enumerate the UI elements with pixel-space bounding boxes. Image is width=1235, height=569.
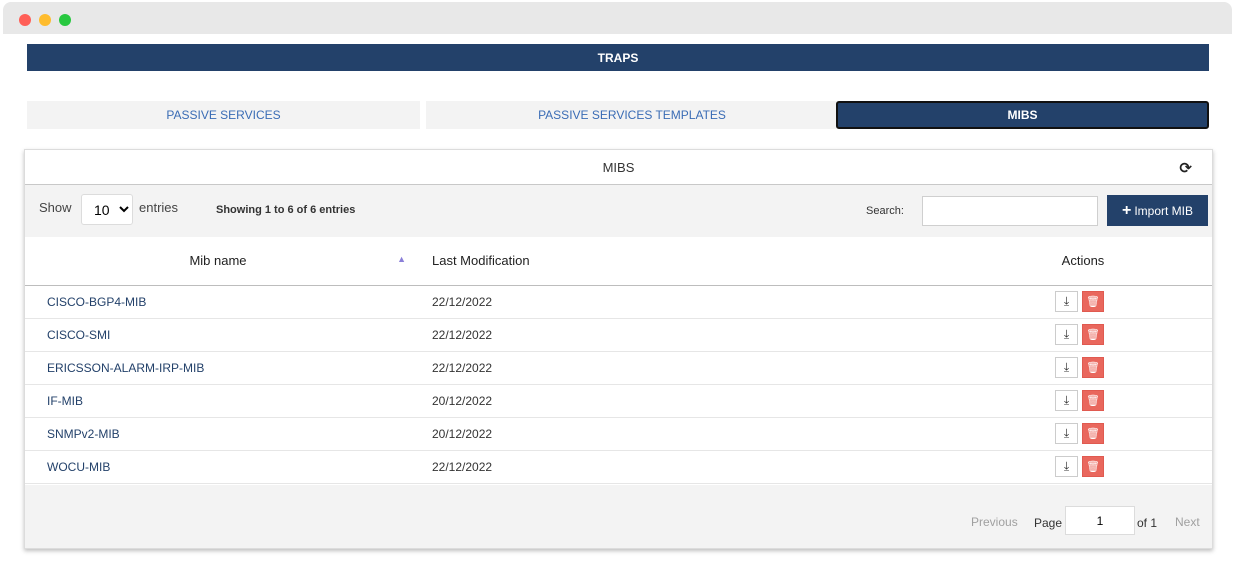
plus-icon: + (1121, 201, 1132, 219)
download-icon[interactable]: ⤓ (1055, 456, 1078, 477)
download-icon[interactable]: ⤓ (1055, 390, 1078, 411)
download-icon[interactable]: ⤓ (1055, 423, 1078, 444)
trash-icon[interactable]: 🗑 (1082, 324, 1104, 345)
next-page-button[interactable]: Next (1175, 515, 1200, 529)
actions-cell: ⤓ 🗑 (982, 450, 1212, 484)
actions-cell: ⤓ 🗑 (982, 417, 1212, 451)
mib-name-link[interactable]: SNMPv2-MIB (25, 417, 411, 451)
download-icon[interactable]: ⤓ (1055, 357, 1078, 378)
minimize-window-button[interactable] (39, 14, 51, 26)
mib-name-link[interactable]: WOCU-MIB (25, 450, 411, 484)
entries-label: entries (139, 200, 179, 215)
trash-icon[interactable]: 🗑 (1082, 456, 1104, 477)
mib-name-link[interactable]: ERICSSON-ALARM-IRP-MIB (25, 351, 411, 385)
table-row: CISCO-BGP4-MIB 22/12/2022 ⤓ 🗑 (25, 285, 1212, 319)
download-icon[interactable]: ⤓ (1055, 324, 1078, 345)
search-label: Search: (866, 205, 904, 217)
page-label: Page (1034, 516, 1063, 530)
trash-icon[interactable]: 🗑 (1082, 423, 1104, 444)
show-label: Show (39, 200, 72, 215)
row-actions: ⤓ 🗑 (947, 390, 1212, 411)
trash-icon[interactable]: 🗑 (1082, 291, 1104, 312)
column-header-mib-name[interactable]: Mib name ▲ (25, 237, 411, 286)
last-modification-cell: 20/12/2022 (411, 384, 982, 418)
tab-passive-services[interactable]: PASSIVE SERVICES (27, 101, 420, 129)
row-actions: ⤓ 🗑 (947, 423, 1212, 444)
column-label: Mib name (189, 253, 247, 269)
last-modification-cell: 22/12/2022 (411, 351, 982, 385)
actions-cell: ⤓ 🗑 (982, 285, 1212, 319)
import-mib-label: Import MIB (1134, 203, 1194, 218)
mib-name-link[interactable]: CISCO-BGP4-MIB (25, 285, 411, 319)
table-row: ERICSSON-ALARM-IRP-MIB 22/12/2022 ⤓ 🗑 (25, 351, 1212, 385)
trash-icon[interactable]: 🗑 (1082, 357, 1104, 378)
entries-info: Showing 1 to 6 of 6 entries (216, 204, 356, 216)
tab-mibs[interactable]: MIBS (836, 101, 1209, 129)
close-window-button[interactable] (19, 14, 31, 26)
mib-name-link[interactable]: IF-MIB (25, 384, 411, 418)
row-actions: ⤓ 🗑 (947, 456, 1212, 477)
table-header-row: Mib name ▲ Last Modification Actions (25, 237, 1212, 286)
table-row: SNMPv2-MIB 20/12/2022 ⤓ 🗑 (25, 417, 1212, 451)
previous-page-button[interactable]: Previous (971, 515, 1018, 529)
table-row: IF-MIB 20/12/2022 ⤓ 🗑 (25, 384, 1212, 418)
download-icon[interactable]: ⤓ (1055, 291, 1078, 312)
page-size-select[interactable]: 10 (81, 194, 133, 225)
table-row: CISCO-SMI 22/12/2022 ⤓ 🗑 (25, 318, 1212, 352)
mibs-table: Mib name ▲ Last Modification Actions CIS… (25, 237, 1212, 484)
pagination: Previous Page of 1 Next (25, 485, 1212, 548)
row-actions: ⤓ 🗑 (947, 291, 1212, 312)
page-total-label: of 1 (1137, 516, 1158, 530)
actions-cell: ⤓ 🗑 (982, 351, 1212, 385)
window-titlebar (3, 2, 1232, 34)
row-actions: ⤓ 🗑 (947, 324, 1212, 345)
column-header-actions: Actions (982, 237, 1212, 286)
row-actions: ⤓ 🗑 (947, 357, 1212, 378)
panel-header: MIBS ⟳ (25, 150, 1212, 185)
mibs-panel: MIBS ⟳ Show 10 entries Showing 1 to 6 of… (24, 149, 1213, 549)
table-toolbar: Show 10 entries Showing 1 to 6 of 6 entr… (25, 185, 1212, 237)
trash-icon[interactable]: 🗑 (1082, 390, 1104, 411)
last-modification-cell: 22/12/2022 (411, 318, 982, 352)
tab-passive-services-templates[interactable]: PASSIVE SERVICES TEMPLATES (426, 101, 838, 129)
page-title: TRAPS (27, 44, 1209, 71)
refresh-icon[interactable]: ⟳ (1179, 159, 1192, 177)
import-mib-button[interactable]: + Import MIB (1107, 195, 1208, 226)
sort-asc-icon[interactable]: ▲ (397, 254, 406, 264)
last-modification-cell: 22/12/2022 (411, 450, 982, 484)
maximize-window-button[interactable] (59, 14, 71, 26)
column-header-last-modification[interactable]: Last Modification (411, 237, 982, 286)
page-number-input[interactable] (1065, 506, 1135, 535)
last-modification-cell: 20/12/2022 (411, 417, 982, 451)
last-modification-cell: 22/12/2022 (411, 285, 982, 319)
panel-title: MIBS (602, 159, 635, 175)
mib-name-link[interactable]: CISCO-SMI (25, 318, 411, 352)
search-input[interactable] (922, 196, 1098, 226)
actions-cell: ⤓ 🗑 (982, 384, 1212, 418)
table-row: WOCU-MIB 22/12/2022 ⤓ 🗑 (25, 450, 1212, 484)
actions-cell: ⤓ 🗑 (982, 318, 1212, 352)
